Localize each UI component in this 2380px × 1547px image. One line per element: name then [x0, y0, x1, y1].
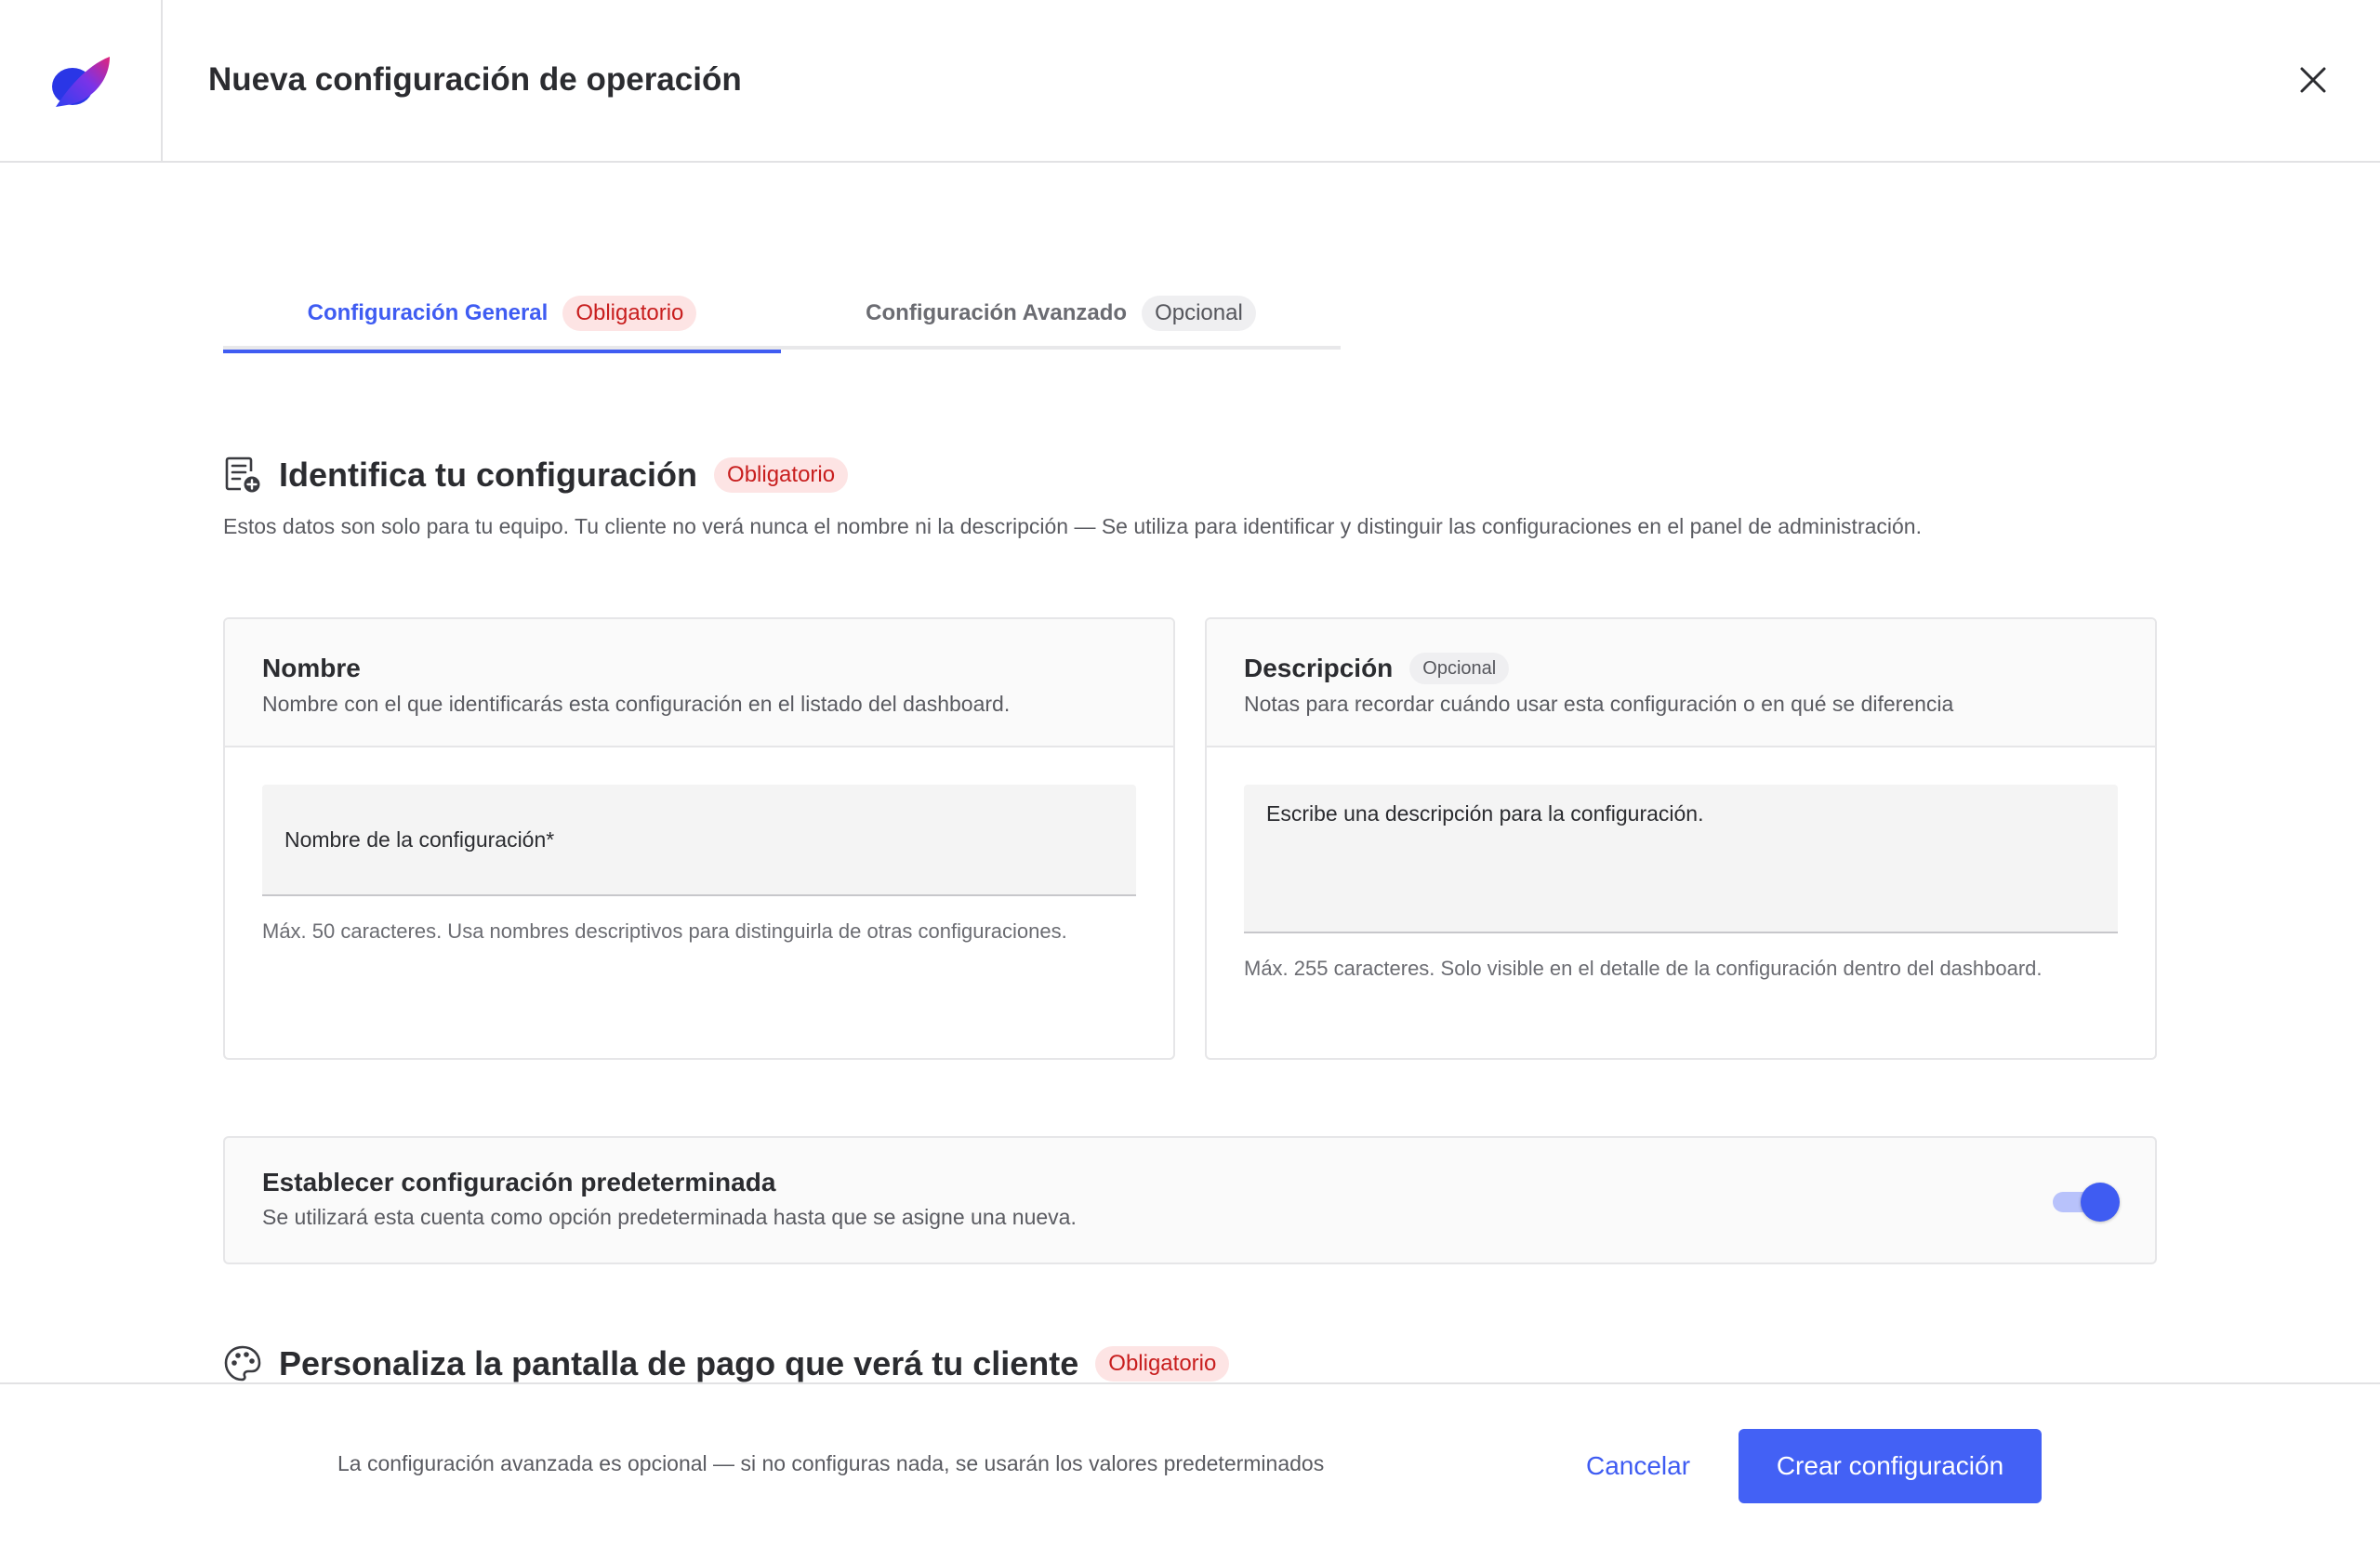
tab-general[interactable]: Configuración General Obligatorio	[223, 277, 781, 353]
footer-note: La configuración avanzada es opcional — …	[337, 1451, 1325, 1475]
checkout-section-header: Personaliza la pantalla de pago que verá…	[223, 1344, 1230, 1383]
tab-advanced[interactable]: Configuración Avanzado Opcional	[781, 277, 1341, 350]
tab-general-label: Configuración General	[307, 300, 549, 325]
default-config-card: Establecer configuración predeterminada …	[223, 1136, 2157, 1264]
close-icon	[2300, 67, 2326, 93]
name-card-header: Nombre Nombre con el que identificarás e…	[225, 619, 1173, 747]
name-card-subtitle: Nombre con el que identificarás esta con…	[262, 692, 1011, 716]
modal-footer: La configuración avanzada es opcional — …	[0, 1382, 2380, 1547]
create-configuration-button[interactable]: Crear configuración	[1739, 1429, 2042, 1503]
description-card: Descripción Opcional Notas para recordar…	[1205, 617, 2157, 1060]
description-helper-text: Máx. 255 caracteres. Solo visible en el …	[1244, 957, 2043, 980]
close-button[interactable]	[2294, 61, 2332, 99]
name-card: Nombre Nombre con el que identificarás e…	[223, 617, 1175, 1060]
default-config-subtitle: Se utilizará esta cuenta como opción pre…	[262, 1205, 1077, 1229]
modal-header: Nueva configuración de operación	[0, 0, 2380, 163]
description-textarea[interactable]: Escribe una descripción para la configur…	[1244, 785, 2118, 933]
palette-icon	[224, 1345, 261, 1382]
toggle-knob	[2081, 1183, 2120, 1222]
document-add-icon	[225, 456, 260, 493]
required-badge: Obligatorio	[562, 296, 697, 331]
configuration-name-label: Nombre de la configuración*	[284, 826, 555, 852]
checkout-section-title: Personaliza la pantalla de pago que verá…	[279, 1344, 1079, 1382]
tab-advanced-label: Configuración Avanzado	[866, 300, 1128, 325]
description-card-title: Descripción	[1244, 654, 1394, 682]
name-helper-text: Máx. 50 caracteres. Usa nombres descript…	[262, 919, 1067, 943]
identify-section-header: Identifica tu configuración Obligatorio	[223, 456, 849, 495]
description-placeholder: Escribe una descripción para la configur…	[1266, 801, 1704, 826]
required-badge: Obligatorio	[714, 457, 849, 493]
optional-badge: Opcional	[1409, 653, 1510, 684]
config-tabs: Configuración General Obligatorio Config…	[223, 277, 1341, 353]
name-card-title: Nombre	[262, 654, 361, 682]
configuration-name-input[interactable]: Nombre de la configuración*	[262, 785, 1136, 896]
default-config-toggle[interactable]	[2049, 1181, 2120, 1222]
identify-section-title: Identifica tu configuración	[279, 456, 698, 494]
logo-container	[0, 0, 163, 163]
optional-badge: Opcional	[1142, 296, 1256, 331]
page-title: Nueva configuración de operación	[208, 61, 742, 98]
brand-logo-icon	[51, 56, 110, 107]
default-config-title: Establecer configuración predeterminada	[262, 1168, 776, 1197]
cancel-button[interactable]: Cancelar	[1562, 1429, 1714, 1503]
description-card-subtitle: Notas para recordar cuándo usar esta con…	[1244, 692, 1954, 716]
identify-section-description: Estos datos son solo para tu equipo. Tu …	[223, 514, 1922, 538]
required-badge: Obligatorio	[1095, 1346, 1230, 1382]
description-card-header: Descripción Opcional Notas para recordar…	[1207, 619, 2155, 747]
